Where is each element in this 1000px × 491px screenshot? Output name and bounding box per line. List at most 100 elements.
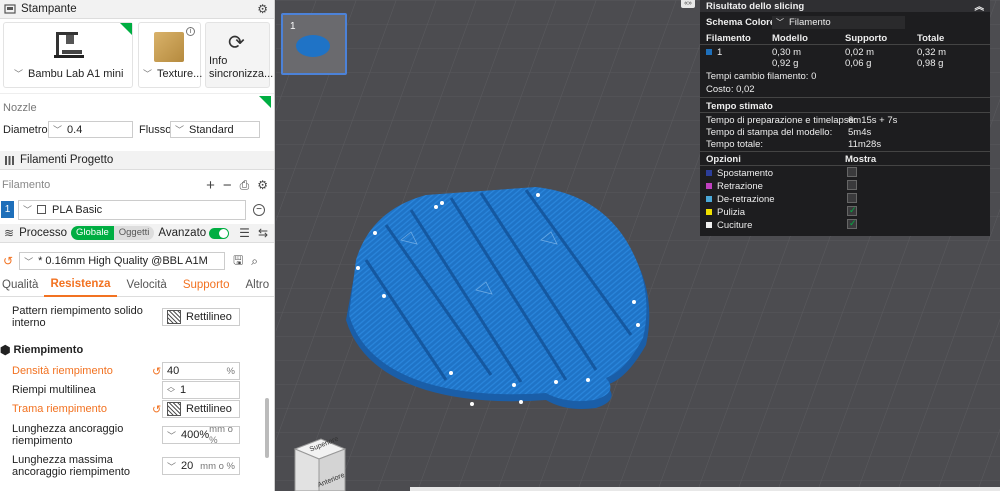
- filament-spool-icon: [4, 155, 15, 166]
- option-retraction: Retrazione: [706, 181, 763, 192]
- save-icon[interactable]: 🖫: [233, 251, 243, 272]
- printer-name: Bambu Lab A1 mini: [28, 67, 124, 80]
- remove-filament-circle-icon[interactable]: −: [253, 203, 265, 216]
- seams-checkbox[interactable]: [847, 218, 857, 229]
- plate-thumbnail-number: 1: [290, 21, 296, 32]
- total-weight: 0,98 g: [917, 58, 944, 69]
- anchor-length-input[interactable]: ﹀ 400% mm o %: [162, 424, 240, 446]
- wipe-swatch: [706, 209, 712, 215]
- chevron-down-icon: ﹀: [14, 69, 24, 79]
- anchor-max-input[interactable]: ﹀ 20 mm o %: [162, 457, 240, 475]
- support-weight: 0,06 g: [845, 58, 872, 69]
- filament-color-swatch[interactable]: 1: [1, 201, 14, 218]
- printer-card[interactable]: ﹀ Bambu Lab A1 mini: [3, 22, 133, 88]
- stepper-arrows-icon[interactable]: ︿ ﹀: [167, 383, 175, 398]
- layer-slider-track[interactable]: [410, 487, 1000, 491]
- internal-pattern-label: Pattern riempimento solido interno: [12, 305, 143, 329]
- sync-filament-icon[interactable]: ⎙: [240, 178, 250, 193]
- anchor-max-unit: mm o %: [200, 460, 235, 472]
- retraction-swatch: [706, 183, 712, 189]
- tab-support[interactable]: Supporto: [177, 275, 236, 296]
- tab-quality[interactable]: Qualità: [0, 275, 44, 296]
- filaments-section-header: Filamenti Progetto: [0, 151, 274, 170]
- flow-select[interactable]: ﹀ Standard: [170, 121, 260, 138]
- process-preset-select[interactable]: ﹀ * 0.16mm High Quality @BBL A1M: [19, 252, 226, 270]
- divider: [700, 44, 990, 45]
- retraction-checkbox[interactable]: [847, 180, 857, 190]
- objects-tab[interactable]: Oggetti: [113, 226, 155, 240]
- add-filament-icon[interactable]: +: [206, 177, 215, 194]
- anchor-length-unit: mm o %: [209, 424, 233, 446]
- color-scheme-label: Schema Colore: [706, 17, 776, 28]
- wipe-checkbox[interactable]: [847, 205, 857, 216]
- collapse-icon[interactable]: ︽: [974, 0, 984, 13]
- show-header: Mostra: [845, 154, 877, 165]
- advanced-label: Avanzato: [158, 227, 207, 239]
- header-model: Modello: [772, 33, 808, 44]
- infill-density-value: 40: [167, 365, 180, 377]
- multiline-stepper[interactable]: ︿ ﹀ 1: [162, 381, 240, 399]
- total-time-label: Tempo totale:: [706, 139, 764, 150]
- infill-pattern-select[interactable]: Rettilineo: [162, 400, 240, 418]
- preset-row: ↺ ﹀ * 0.16mm High Quality @BBL A1M 🖫 ⌕: [0, 251, 274, 271]
- settings-scrollbar[interactable]: [265, 398, 269, 458]
- chevron-down-icon: ﹀: [776, 18, 784, 27]
- multiline-label: Riempi multilinea: [12, 384, 96, 396]
- internal-pattern-row: Pattern riempimento solido interno Retti…: [12, 305, 260, 329]
- plate-thumbnail[interactable]: 1: [281, 13, 347, 75]
- tab-speed[interactable]: Velocità: [121, 275, 173, 296]
- process-section-header: ≋ Processo Globale Oggetti Avanzato ☰ ⇆: [0, 224, 274, 243]
- global-tab[interactable]: Globale: [71, 226, 114, 240]
- global-objects-switch[interactable]: Globale Oggetti: [71, 226, 155, 240]
- infill-icon: ⬢: [0, 343, 11, 357]
- nozzle-status-indicator: [259, 96, 271, 108]
- gear-icon[interactable]: ⚙: [257, 2, 268, 16]
- sync-label: Info sincronizza...: [209, 55, 274, 80]
- chevron-down-icon: ﹀: [175, 125, 185, 135]
- printer-icon: [54, 32, 84, 58]
- filament-select[interactable]: ﹀ PLA Basic: [18, 199, 246, 220]
- support-length: 0,02 m: [845, 47, 875, 58]
- tab-other[interactable]: Altro: [240, 275, 275, 296]
- option-deretraction: De-retrazione: [706, 194, 775, 205]
- deretraction-checkbox[interactable]: [847, 193, 857, 203]
- reset-icon[interactable]: ↺: [152, 403, 162, 416]
- infill-density-label: Densità riempimento: [12, 365, 113, 377]
- color-scheme-select[interactable]: ﹀ Filamento: [772, 16, 905, 29]
- sync-button[interactable]: ⟳ Info sincronizza...: [205, 22, 274, 88]
- infill-density-input[interactable]: 40 %: [162, 362, 240, 380]
- compare-icon[interactable]: ⇆: [258, 226, 268, 240]
- infill-section-header: ⬢ Riempimento: [0, 343, 260, 357]
- remove-filament-icon[interactable]: −: [223, 177, 232, 194]
- reset-icon[interactable]: ↺: [152, 365, 162, 378]
- filament-row: 1 ﹀ PLA Basic −: [0, 199, 274, 220]
- reset-icon[interactable]: ↺: [3, 254, 13, 268]
- advanced-toggle[interactable]: [209, 227, 230, 239]
- expand-panel-button[interactable]: «»: [681, 0, 695, 8]
- internal-pattern-select[interactable]: Rettilineo: [162, 308, 240, 326]
- tab-strength[interactable]: Resistenza: [44, 274, 117, 297]
- search-icon[interactable]: ⌕: [251, 254, 258, 269]
- filament-settings-icon[interactable]: ⚙: [257, 178, 268, 192]
- option-travel: Spostamento: [706, 168, 773, 179]
- plate-card[interactable]: i ﹀ Texture...: [138, 22, 202, 88]
- diameter-select[interactable]: ﹀ 0.4: [48, 121, 133, 138]
- infill-pattern-label: Trama riempimento: [12, 403, 107, 415]
- process-section-title: Processo: [19, 227, 67, 239]
- view-cube[interactable]: Superiore Anteriore: [291, 436, 347, 491]
- estimated-time-title: Tempo stimato: [706, 101, 773, 112]
- diameter-value: 0.4: [67, 123, 83, 136]
- filament-name: PLA Basic: [52, 203, 103, 216]
- divider: [700, 151, 990, 152]
- rectilinear-pattern-icon: [167, 402, 181, 416]
- rectilinear-pattern-icon: [167, 310, 181, 324]
- slicing-result-header: Risultato dello slicing ︽: [700, 0, 990, 13]
- nozzle-label: Nozzle: [3, 102, 37, 114]
- total-time-value: 11m28s: [848, 139, 882, 150]
- travel-checkbox[interactable]: [847, 167, 857, 177]
- info-icon[interactable]: i: [186, 27, 195, 36]
- option-seams: Cuciture: [706, 220, 752, 231]
- multiline-value: 1: [180, 384, 187, 396]
- list-icon[interactable]: ☰: [239, 226, 250, 240]
- model-length: 0,30 m: [772, 47, 802, 58]
